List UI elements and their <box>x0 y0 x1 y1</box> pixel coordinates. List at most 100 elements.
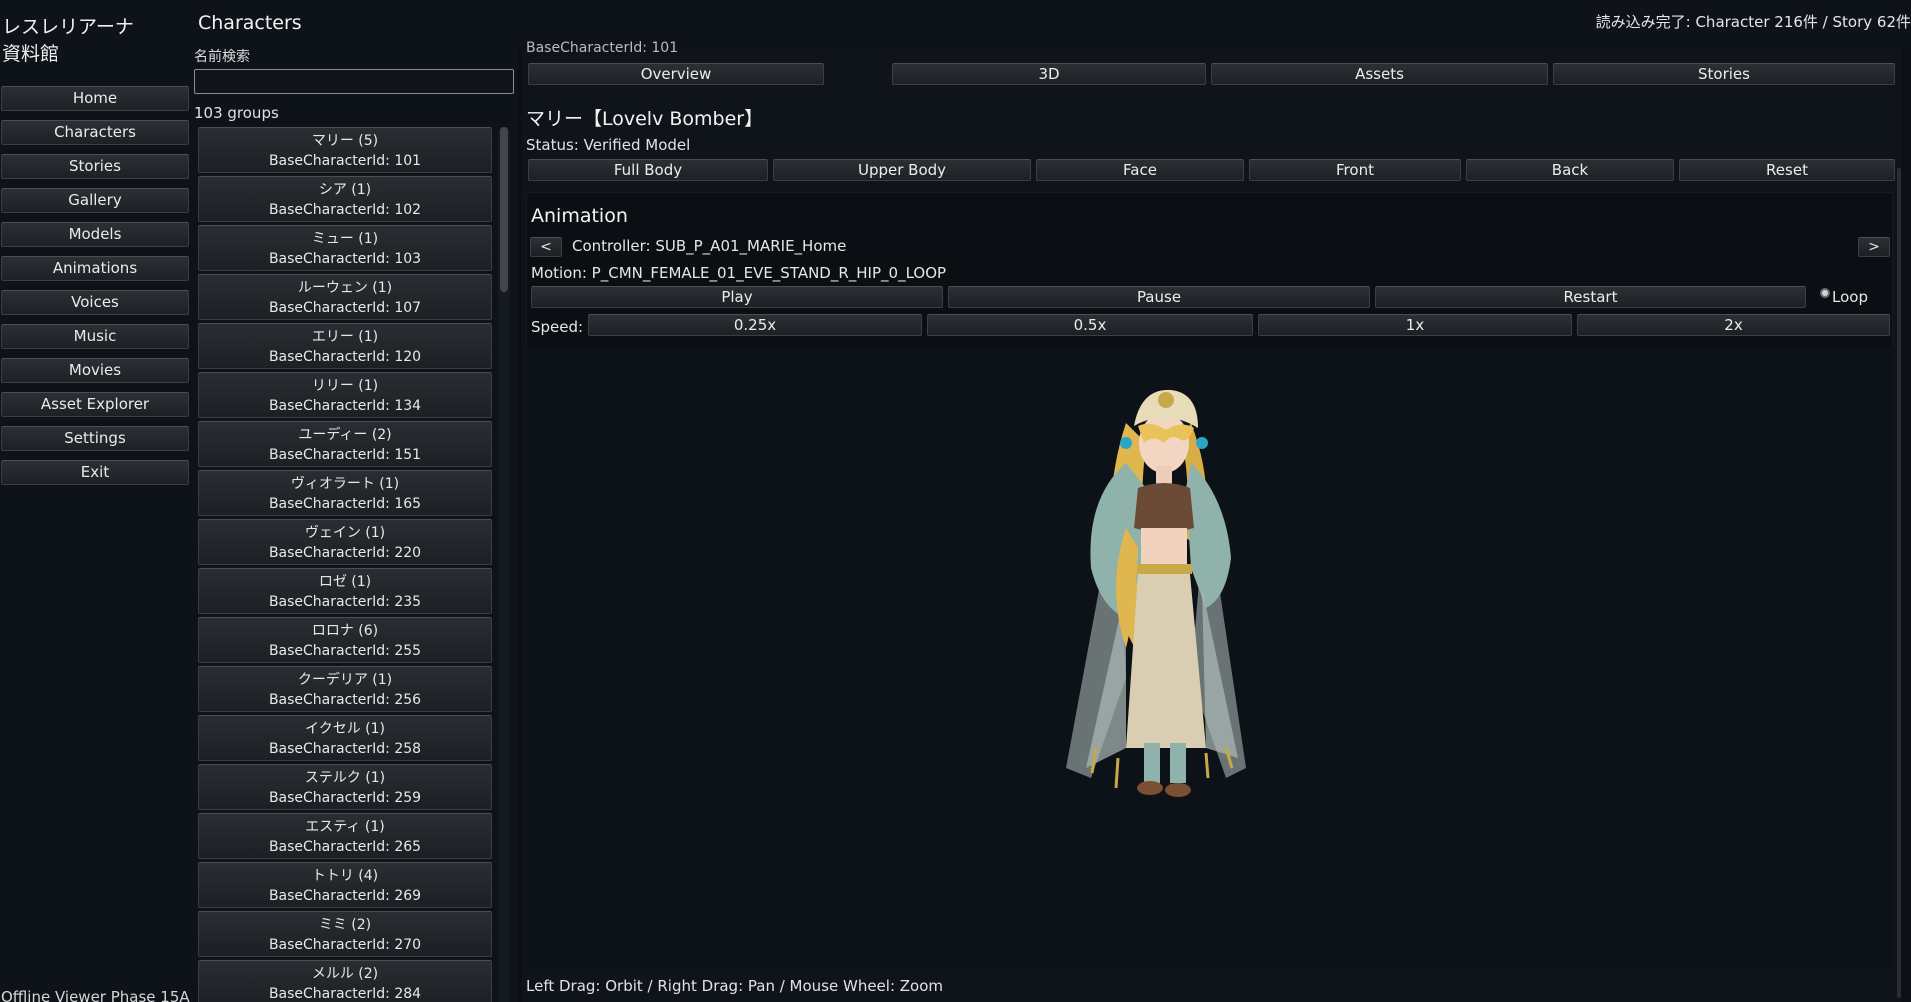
group-name: トトリ (4) <box>311 868 379 884</box>
character-group-item[interactable]: シア (1) BaseCharacterId: 102 <box>198 176 492 222</box>
group-name: シア (1) <box>318 182 372 198</box>
nav-voices-button[interactable]: Voices <box>1 290 189 315</box>
character-group-item[interactable]: ユーディー (2) BaseCharacterId: 151 <box>198 421 492 467</box>
nav-home-button[interactable]: Home <box>1 86 189 111</box>
nav-asset-explorer-button[interactable]: Asset Explorer <box>1 392 189 417</box>
page-title: Characters <box>198 12 302 34</box>
group-name: ロロナ (6) <box>311 623 379 639</box>
character-group-item[interactable]: メルル (2) BaseCharacterId: 284 <box>198 960 492 1002</box>
character-group-item[interactable]: ヴィオラート (1) BaseCharacterId: 165 <box>198 470 492 516</box>
character-group-item[interactable]: ヴェイン (1) BaseCharacterId: 220 <box>198 519 492 565</box>
group-name: メルル (2) <box>311 966 379 982</box>
nav-stories-button[interactable]: Stories <box>1 154 189 179</box>
character-group-item[interactable]: イクセル (1) BaseCharacterId: 258 <box>198 715 492 761</box>
motion-label: Motion: P_CMN_FEMALE_01_EVE_STAND_R_HIP_… <box>531 264 947 282</box>
tab-3d[interactable]: 3D <box>892 63 1206 85</box>
nav-exit-button[interactable]: Exit <box>1 460 189 485</box>
next-controller-button[interactable]: > <box>1858 237 1890 257</box>
tab-stories[interactable]: Stories <box>1553 63 1895 85</box>
character-group-item[interactable]: マリー (5) BaseCharacterId: 101 <box>198 127 492 173</box>
group-name: ルーウェン (1) <box>297 280 393 296</box>
character-group-item[interactable]: リリー (1) BaseCharacterId: 134 <box>198 372 492 418</box>
full-body-button[interactable]: Full Body <box>528 159 768 181</box>
upper-body-button[interactable]: Upper Body <box>773 159 1031 181</box>
tab-overview[interactable]: Overview <box>528 63 824 85</box>
viewport-hint: Left Drag: Orbit / Right Drag: Pan / Mou… <box>526 977 944 995</box>
character-list-panel: Characters 名前検索 103 groups マリー (5) BaseCh… <box>192 0 518 1002</box>
nav-music-button[interactable]: Music <box>1 324 189 349</box>
character-group-item[interactable]: トトリ (4) BaseCharacterId: 269 <box>198 862 492 908</box>
group-base-character-id: BaseCharacterId: 102 <box>268 202 422 218</box>
nav-gallery-button[interactable]: Gallery <box>1 188 189 213</box>
group-name: エリー (1) <box>311 329 379 345</box>
group-name: ステルク (1) <box>304 770 386 786</box>
character-group-item[interactable]: ステルク (1) BaseCharacterId: 259 <box>198 764 492 810</box>
restart-button[interactable]: Restart <box>1375 286 1806 308</box>
group-base-character-id: BaseCharacterId: 265 <box>268 839 422 855</box>
speed-2x-button[interactable]: 2x <box>1577 314 1890 336</box>
nav-movies-button[interactable]: Movies <box>1 358 189 383</box>
group-base-character-id: BaseCharacterId: 220 <box>268 545 422 561</box>
group-base-character-id: BaseCharacterId: 259 <box>268 790 422 806</box>
character-group-item[interactable]: エスティ (1) BaseCharacterId: 265 <box>198 813 492 859</box>
speed-0-25x-button[interactable]: 0.25x <box>588 314 922 336</box>
character-detail: BaseCharacterId: 101 Overview 3D Assets … <box>522 40 1901 1002</box>
group-list: マリー (5) BaseCharacterId: 101 シア (1) BaseCha… <box>198 127 496 1002</box>
group-name: ヴィオラート (1) <box>290 476 400 492</box>
character-name: マリー【Lovelv Bomber】 <box>526 108 764 130</box>
group-base-character-id: BaseCharacterId: 235 <box>268 594 422 610</box>
group-name: エスティ (1) <box>305 819 385 835</box>
version-label: Offline Viewer Phase 15A <box>1 988 190 1002</box>
group-base-character-id: BaseCharacterId: 284 <box>268 986 422 1002</box>
animation-title: Animation <box>531 205 628 227</box>
nav-settings-button[interactable]: Settings <box>1 426 189 451</box>
list-scrollbar-thumb[interactable] <box>500 127 508 292</box>
character-group-item[interactable]: ミミ (2) BaseCharacterId: 270 <box>198 911 492 957</box>
main-scrollbar[interactable] <box>1897 168 1901 998</box>
speed-0-5x-button[interactable]: 0.5x <box>927 314 1253 336</box>
group-name: ユーディー (2) <box>298 427 392 443</box>
tab-assets[interactable]: Assets <box>1211 63 1548 85</box>
pause-button[interactable]: Pause <box>948 286 1370 308</box>
sidebar: レスレリアーナ 資料館 Home Characters Stories Gall… <box>0 0 192 1002</box>
load-status: 読み込み完了: Character 216件 / Story 62件 <box>1595 13 1911 31</box>
group-base-character-id: BaseCharacterId: 255 <box>268 643 422 659</box>
group-base-character-id: BaseCharacterId: 256 <box>268 692 422 708</box>
character-group-item[interactable]: ロロナ (6) BaseCharacterId: 255 <box>198 617 492 663</box>
group-name: ミュー (1) <box>311 231 379 247</box>
character-group-item[interactable]: ミュー (1) BaseCharacterId: 103 <box>198 225 492 271</box>
group-name: クーデリア (1) <box>297 672 393 688</box>
controller-label: Controller: SUB_P_A01_MARIE_Home <box>572 237 847 255</box>
group-base-character-id: BaseCharacterId: 107 <box>268 300 422 316</box>
group-name: ヴェイン (1) <box>304 525 386 541</box>
name-search-input[interactable] <box>194 69 514 94</box>
character-group-item[interactable]: ロゼ (1) BaseCharacterId: 235 <box>198 568 492 614</box>
reset-view-button[interactable]: Reset <box>1679 159 1895 181</box>
loop-checkbox[interactable]: Loop <box>1820 286 1868 308</box>
nav-models-button[interactable]: Models <box>1 222 189 247</box>
group-base-character-id: BaseCharacterId: 269 <box>268 888 422 904</box>
group-name: ロゼ (1) <box>318 574 372 590</box>
group-base-character-id: BaseCharacterId: 270 <box>268 937 422 953</box>
3d-model-viewport[interactable] <box>526 348 1893 970</box>
character-group-item[interactable]: ルーウェン (1) BaseCharacterId: 107 <box>198 274 492 320</box>
front-button[interactable]: Front <box>1249 159 1461 181</box>
app-title: レスレリアーナ 資料館 <box>2 16 134 65</box>
group-count: 103 groups <box>194 104 279 122</box>
play-button[interactable]: Play <box>531 286 943 308</box>
group-name: リリー (1) <box>311 378 379 394</box>
character-group-item[interactable]: クーデリア (1) BaseCharacterId: 256 <box>198 666 492 712</box>
loop-label: Loop <box>1832 288 1868 306</box>
previous-controller-button[interactable]: < <box>530 237 562 257</box>
group-base-character-id: BaseCharacterId: 134 <box>268 398 422 414</box>
group-base-character-id: BaseCharacterId: 151 <box>268 447 422 463</box>
nav-animations-button[interactable]: Animations <box>1 256 189 281</box>
nav-characters-button[interactable]: Characters <box>1 120 189 145</box>
speed-1x-button[interactable]: 1x <box>1258 314 1572 336</box>
group-base-character-id: BaseCharacterId: 120 <box>268 349 422 365</box>
group-name: ミミ (2) <box>318 917 372 933</box>
back-button[interactable]: Back <box>1466 159 1674 181</box>
character-group-item[interactable]: エリー (1) BaseCharacterId: 120 <box>198 323 492 369</box>
face-button[interactable]: Face <box>1036 159 1244 181</box>
group-name: イクセル (1) <box>304 721 385 737</box>
